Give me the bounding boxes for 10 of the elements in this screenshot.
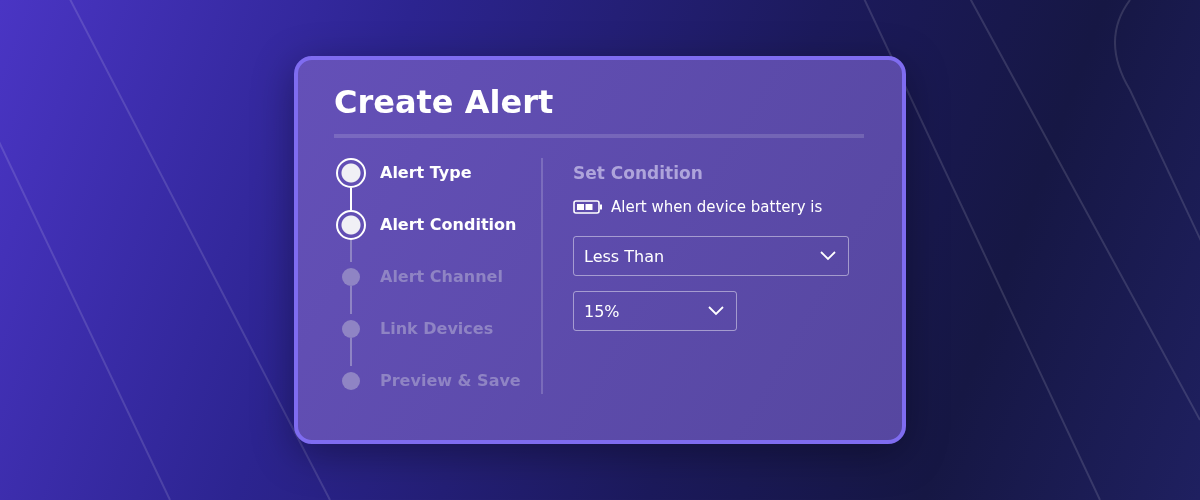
step-label[interactable]: Alert Type (380, 158, 472, 210)
chevron-down-icon (708, 306, 724, 316)
operator-dropdown[interactable]: Less Than (573, 236, 849, 276)
chevron-down-icon (820, 251, 836, 261)
section-heading: Set Condition (573, 162, 704, 185)
condition-description: Alert when device battery is (611, 198, 823, 216)
step-label[interactable]: Alert Condition (380, 210, 517, 262)
battery-icon (573, 200, 603, 214)
threshold-dropdown[interactable]: 15% (573, 291, 737, 331)
dialog-title: Create Alert (334, 82, 555, 123)
